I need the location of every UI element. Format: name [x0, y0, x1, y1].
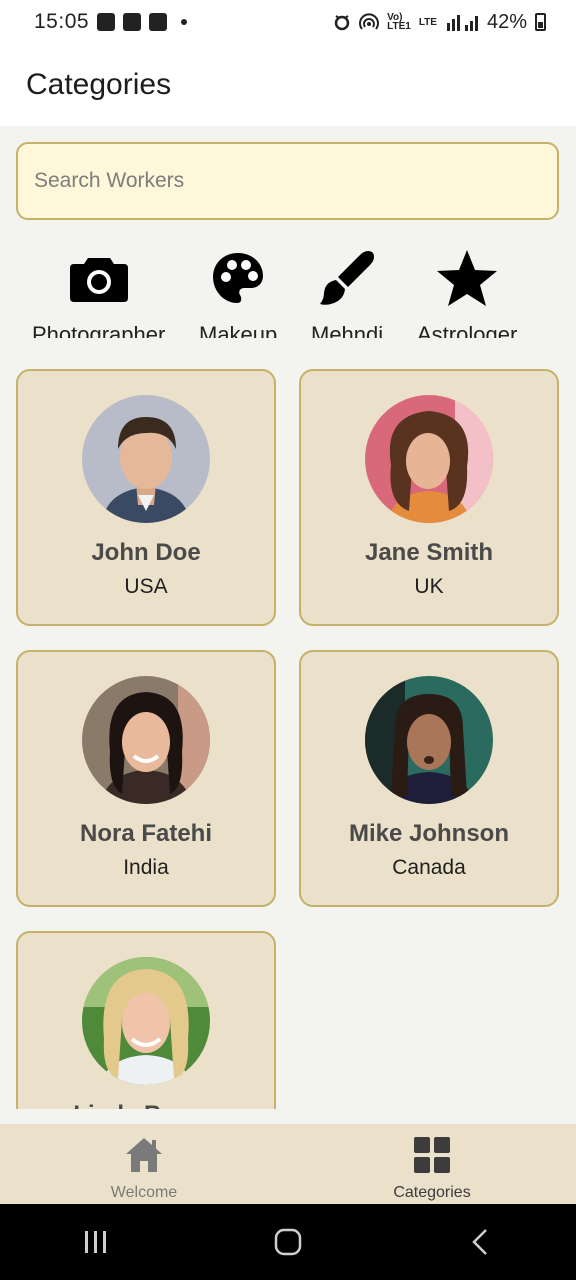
battery-icon — [535, 13, 546, 31]
app-notification-icon-2 — [149, 13, 168, 31]
more-notifications-icon — [181, 19, 188, 25]
worker-name: John Doe — [91, 539, 201, 566]
category-photographer[interactable]: Photographer — [32, 240, 165, 338]
gallery-notification-icon — [97, 13, 116, 31]
more-category-icon — [550, 246, 576, 310]
nav-categories[interactable]: Categories — [288, 1124, 576, 1204]
worker-card[interactable]: Linda Brown — [16, 931, 276, 1109]
category-label: Mehndi — [311, 322, 384, 338]
brush-icon — [315, 246, 379, 310]
avatar — [82, 395, 210, 523]
worker-name: Nora Fatehi — [79, 820, 213, 847]
back-chevron-icon — [472, 1229, 487, 1255]
star-icon — [435, 246, 499, 310]
nav-welcome[interactable]: Welcome — [0, 1124, 288, 1204]
worker-grid: John Doe USA Jane Smith UK Nora Fatehi I… — [16, 369, 560, 1109]
category-list[interactable]: Photographer Makeup Mehndi Astrologer A — [0, 240, 576, 338]
worker-card[interactable]: Mike Johnson Canada — [299, 650, 559, 907]
home-icon — [123, 1134, 165, 1176]
hotspot-icon — [359, 13, 380, 30]
category-label: Makeup — [199, 322, 278, 338]
category-more[interactable]: A — [550, 240, 576, 338]
battery-percent: 42% — [486, 10, 527, 33]
recents-icon — [85, 1231, 106, 1253]
avatar — [82, 676, 210, 804]
category-mehndi[interactable]: Mehndi — [311, 240, 383, 338]
status-left: 15:05 — [34, 10, 188, 34]
avatar — [82, 957, 210, 1085]
worker-name: Linda Brown — [73, 1101, 218, 1109]
worker-country: India — [123, 856, 169, 879]
home-circle-icon — [274, 1228, 302, 1256]
signal-icon — [446, 15, 478, 31]
worker-card[interactable]: John Doe USA — [16, 369, 276, 626]
worker-name: Mike Johnson — [348, 820, 510, 847]
back-button[interactable] — [450, 1222, 510, 1262]
category-makeup[interactable]: Makeup — [199, 240, 277, 338]
system-nav-bar — [0, 1204, 576, 1280]
category-astrologer[interactable]: Astrologer — [417, 240, 517, 338]
grid-icon — [411, 1134, 453, 1176]
nav-label: Categories — [393, 1184, 471, 1201]
app-bar: Categories — [0, 44, 576, 126]
search-box[interactable] — [16, 142, 559, 220]
lte-icon: LTE — [418, 16, 437, 28]
alarm-icon — [334, 15, 350, 31]
palette-icon — [206, 246, 270, 310]
category-label: Astrologer — [417, 322, 518, 338]
worker-name: Jane Smith — [364, 539, 494, 566]
category-label: Photographer — [32, 322, 166, 338]
search-input[interactable] — [34, 169, 541, 193]
status-bar: 15:05 Vo) LTE1 LTE 42% — [0, 0, 576, 44]
status-right: Vo) LTE1 LTE 42% — [333, 11, 546, 34]
worker-country: Canada — [392, 856, 466, 879]
worker-country: USA — [124, 575, 168, 598]
app-notification-icon — [123, 13, 142, 31]
home-button[interactable] — [258, 1222, 318, 1262]
worker-country: UK — [414, 575, 444, 598]
camera-icon — [67, 246, 131, 310]
status-time: 15:05 — [34, 10, 90, 33]
avatar — [365, 395, 493, 523]
avatar — [365, 676, 493, 804]
page-title: Categories — [26, 68, 172, 101]
bottom-nav: Welcome Categories — [0, 1124, 576, 1204]
nav-label: Welcome — [110, 1184, 178, 1201]
recent-apps-button[interactable] — [66, 1222, 126, 1262]
volte-icon: Vo) LTE1 — [387, 12, 411, 32]
worker-card[interactable]: Nora Fatehi India — [16, 650, 276, 907]
worker-card[interactable]: Jane Smith UK — [299, 369, 559, 626]
